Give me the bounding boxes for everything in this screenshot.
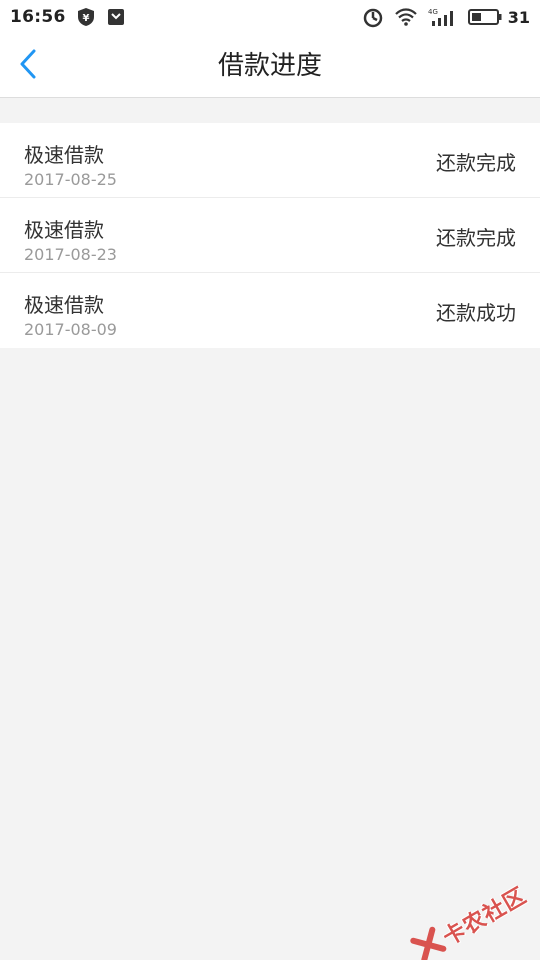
- loan-date: 2017-08-09: [24, 320, 117, 339]
- loan-list-item[interactable]: 极速借款 2017-08-23 还款完成: [0, 198, 540, 273]
- status-right: 4G 31: [362, 6, 530, 28]
- status-bar: 16:56 ¥ 4G 31: [0, 0, 540, 34]
- loan-status: 还款完成: [436, 226, 516, 250]
- screen: 16:56 ¥ 4G 31 借款进度 极速借款 2017-08-25 还款完成 …: [0, 0, 540, 960]
- loan-list: 极速借款 2017-08-25 还款完成 极速借款 2017-08-23 还款完…: [0, 123, 540, 348]
- status-left: 16:56 ¥: [10, 7, 126, 27]
- loan-status: 还款成功: [436, 301, 516, 325]
- nav-bar: 借款进度: [0, 34, 540, 98]
- status-time: 16:56: [10, 7, 66, 27]
- loan-list-item[interactable]: 极速借款 2017-08-09 还款成功: [0, 273, 540, 348]
- loan-name: 极速借款: [24, 143, 104, 167]
- shield-check-icon: [106, 7, 126, 27]
- cellular-signal-icon: 4G: [428, 7, 458, 27]
- svg-text:¥: ¥: [82, 13, 89, 24]
- battery-icon: [467, 8, 502, 26]
- loan-date: 2017-08-25: [24, 170, 117, 189]
- wifi-icon: [394, 7, 418, 27]
- battery-level: 31: [507, 7, 530, 27]
- loan-date: 2017-08-23: [24, 245, 117, 264]
- alarm-icon: [362, 6, 384, 28]
- watermark: 卡农社区: [408, 877, 532, 960]
- loan-list-item[interactable]: 极速借款 2017-08-25 还款完成: [0, 123, 540, 198]
- loan-name: 极速借款: [24, 218, 104, 242]
- page-title: 借款进度: [217, 51, 322, 81]
- loan-name: 极速借款: [24, 293, 104, 317]
- yuan-shield-icon: ¥: [76, 7, 96, 27]
- loan-status: 还款完成: [436, 151, 516, 175]
- watermark-text: 卡农社区: [439, 883, 532, 951]
- network-type-label: 4G: [428, 8, 438, 16]
